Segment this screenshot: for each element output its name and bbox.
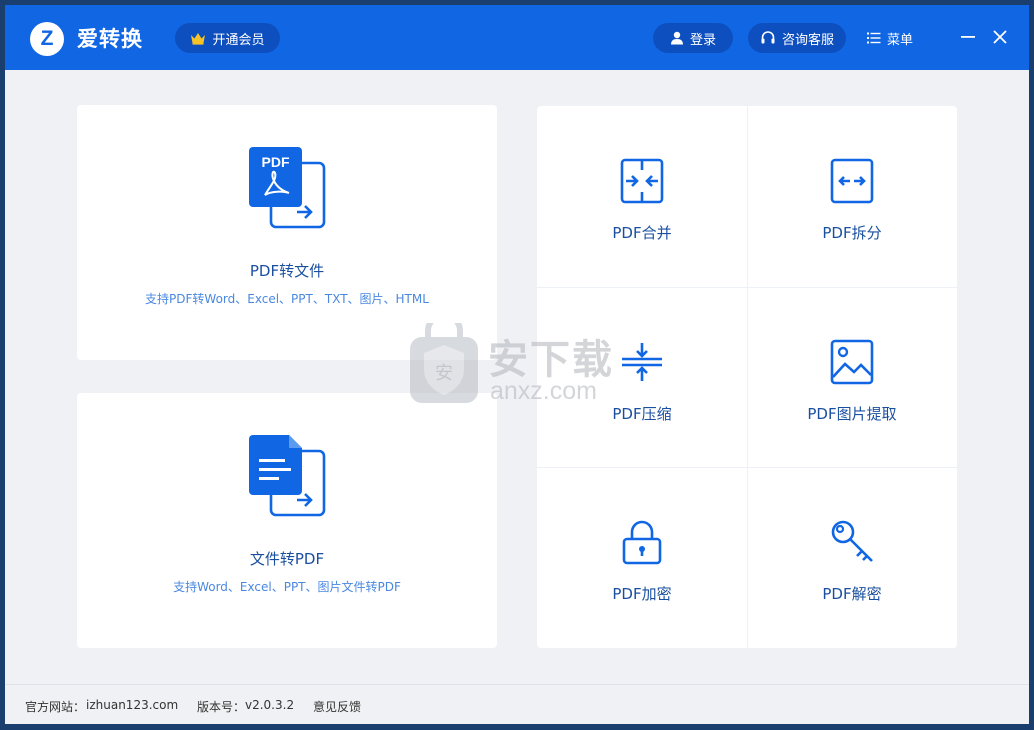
lock-icon <box>622 520 662 565</box>
version-label: 版本号： <box>197 700 246 714</box>
compress-icon <box>622 343 662 381</box>
tool-label: PDF压缩 <box>612 405 672 423</box>
app-title: 爱转换 <box>77 27 143 51</box>
file-to-pdf-title: 文件转PDF <box>249 550 325 568</box>
document-icon <box>249 435 326 517</box>
logo-letter: Z <box>40 27 54 50</box>
pdf-icon-text: PDF <box>262 154 290 170</box>
tool-pdf-image-extract[interactable]: PDF图片提取 <box>747 287 957 467</box>
feedback-link[interactable]: 意见反馈 <box>313 698 361 715</box>
version-value: v2.0.3.2 <box>245 698 295 712</box>
pdf-to-file-subtitle: 支持PDF转Word、Excel、PPT、TXT、图片、HTML <box>145 292 429 306</box>
tool-label: PDF合并 <box>612 224 672 242</box>
file-to-pdf-subtitle: 支持Word、Excel、PPT、图片文件转PDF <box>173 580 401 594</box>
tool-label: PDF拆分 <box>822 224 882 242</box>
close-icon <box>993 30 1007 44</box>
tool-pdf-merge[interactable]: PDF合并 <box>537 106 747 286</box>
pdf-to-file-title: PDF转文件 <box>249 262 325 280</box>
tools-grid: PDF合并 PDF拆分 PDF压缩 PDF图片提取 PDF加密 PDF解密 <box>537 106 957 648</box>
menu-button[interactable]: 菜单 <box>867 25 913 51</box>
tool-pdf-encrypt[interactable]: PDF加密 <box>537 467 747 647</box>
tool-pdf-decrypt[interactable]: PDF解密 <box>747 467 957 647</box>
tool-label: PDF图片提取 <box>807 405 897 423</box>
tool-pdf-split[interactable]: PDF拆分 <box>747 106 957 286</box>
file-to-pdf-card[interactable]: 文件转PDF 支持Word、Excel、PPT、图片文件转PDF <box>77 393 497 648</box>
status-bar: 官方网站： izhuan123.com 版本号： v2.0.3.2 意见反馈 <box>5 684 1029 724</box>
list-icon <box>867 32 881 44</box>
merge-icon <box>620 158 664 204</box>
pdf-to-file-card[interactable]: PDF PDF转文件 支持PDF转Word、Excel、PPT、TXT、图片、H… <box>77 105 497 360</box>
tool-label: PDF加密 <box>612 585 672 603</box>
menu-label: 菜单 <box>887 32 914 48</box>
website-label: 官方网站： <box>25 700 86 714</box>
minimize-button[interactable] <box>955 23 981 51</box>
login-label: 登录 <box>689 32 716 48</box>
title-bar: Z 爱转换 开通会员 登录 咨询客服 菜单 <box>5 5 1029 70</box>
image-icon <box>830 339 874 385</box>
split-icon <box>830 158 874 204</box>
tool-label: PDF解密 <box>822 585 882 603</box>
app-logo: Z <box>30 22 64 56</box>
vip-button[interactable]: 开通会员 <box>175 23 280 53</box>
minimize-icon <box>961 36 975 38</box>
vip-label: 开通会员 <box>212 32 265 48</box>
close-button[interactable] <box>987 23 1013 51</box>
customer-service-button[interactable]: 咨询客服 <box>748 23 846 53</box>
app-window: Z 爱转换 开通会员 登录 咨询客服 菜单 PDF PDF转文件 支持PDF转W… <box>5 5 1029 724</box>
login-button[interactable]: 登录 <box>653 23 733 53</box>
user-icon <box>670 31 683 45</box>
service-label: 咨询客服 <box>781 32 834 48</box>
headset-icon <box>761 31 775 44</box>
crown-icon <box>191 32 206 45</box>
svg-text:安: 安 <box>435 363 453 384</box>
pdf-file-icon: PDF <box>249 147 326 229</box>
key-icon <box>831 520 873 562</box>
website-link[interactable]: izhuan123.com <box>86 698 178 712</box>
tool-pdf-compress[interactable]: PDF压缩 <box>537 287 747 467</box>
